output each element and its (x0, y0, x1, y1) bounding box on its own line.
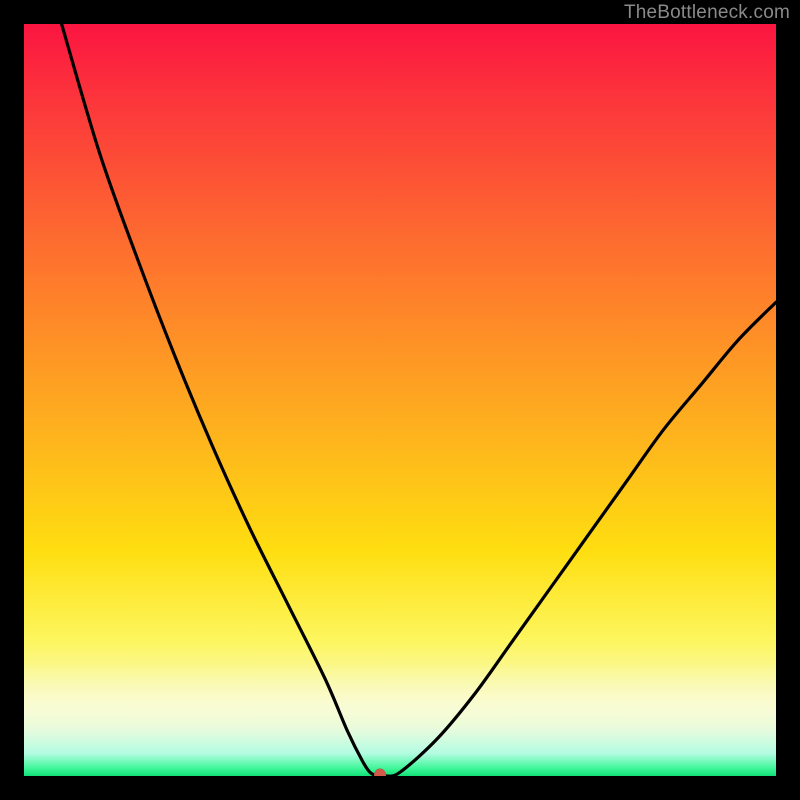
watermark-text: TheBottleneck.com (624, 2, 790, 24)
optimal-point-marker (374, 769, 386, 777)
plot-area (24, 24, 776, 776)
chart-frame: TheBottleneck.com (0, 0, 800, 800)
background-gradient (24, 24, 776, 776)
